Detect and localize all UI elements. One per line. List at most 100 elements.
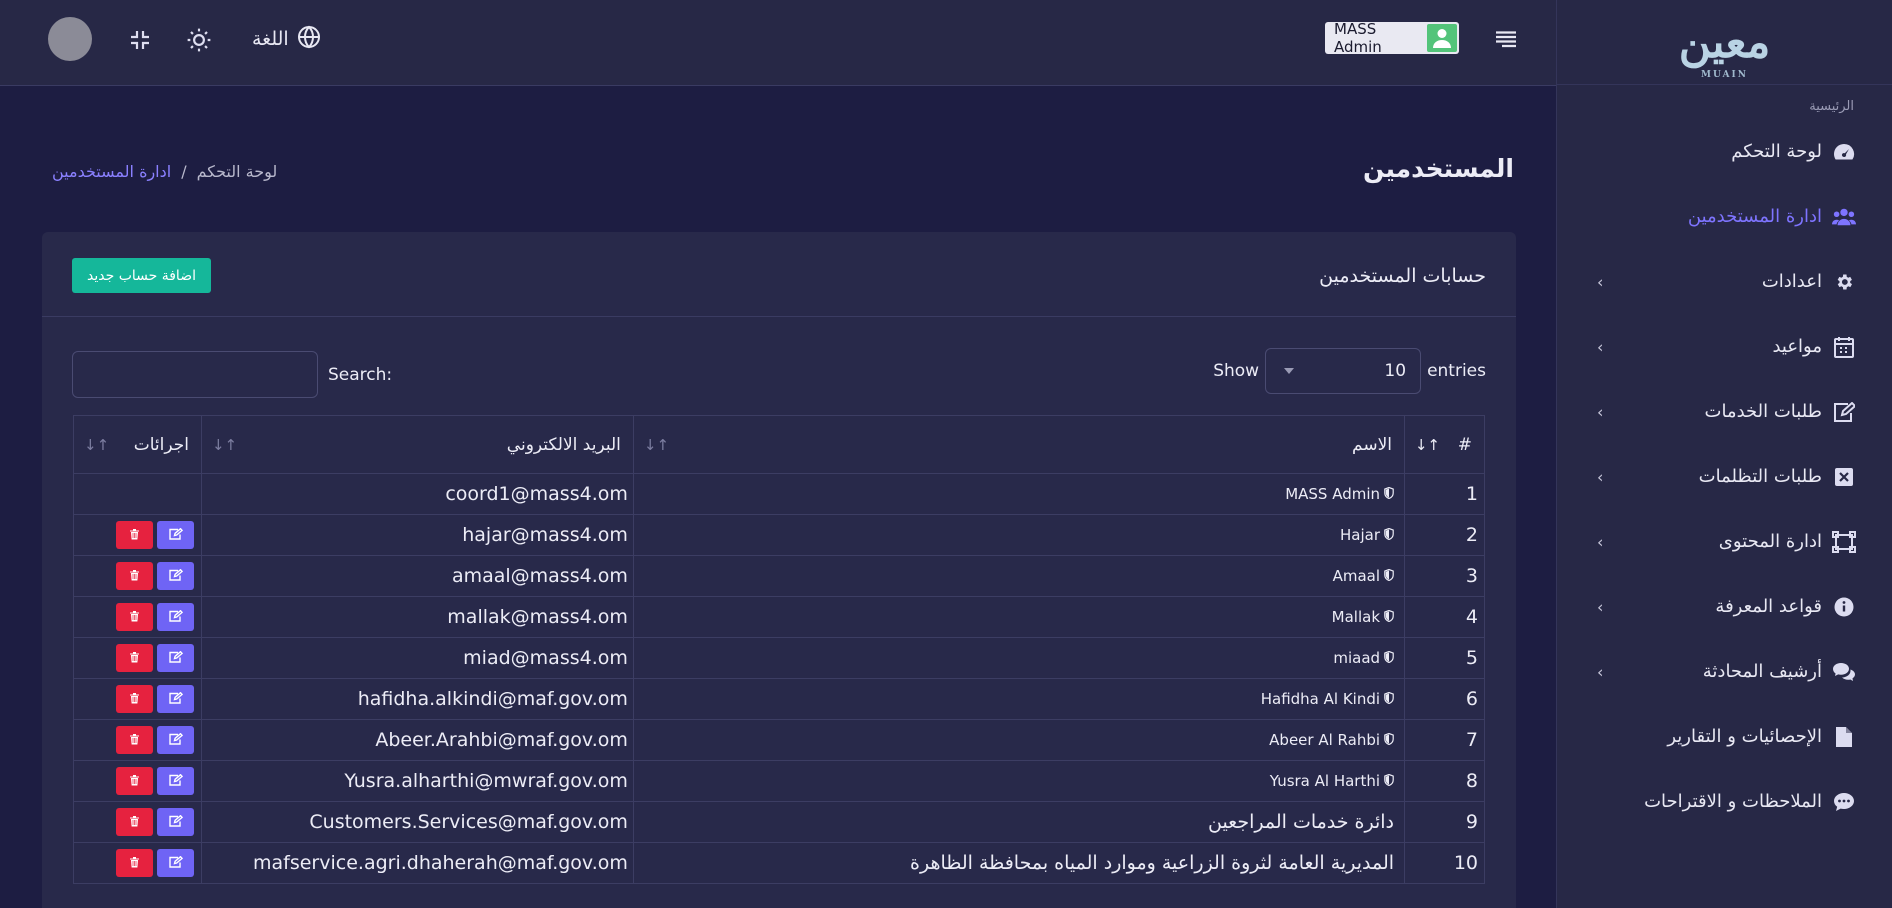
page-length-value: 10 — [1384, 361, 1407, 381]
sidebar-section-label: الرئيسية — [1809, 99, 1854, 114]
user-name-text: Hafidha Al Kindi — [1260, 689, 1381, 708]
email-cell: coord1@mass4.om — [200, 473, 634, 515]
logo[interactable]: معين MUAIN — [1557, 0, 1892, 85]
trash-icon — [129, 651, 140, 666]
delete-button[interactable] — [116, 562, 153, 590]
shield-icon — [1384, 690, 1394, 708]
row-number: 5 — [1404, 637, 1485, 679]
edit-icon — [1832, 400, 1856, 424]
sidebar-item-3[interactable]: مواعيد ‹ — [1557, 314, 1892, 379]
chevron-down-icon — [1284, 368, 1295, 374]
user-name-text: miaad — [1333, 648, 1381, 667]
menu-toggle-icon[interactable] — [1493, 26, 1519, 52]
sidebar-item-label: طلبات التظلمات — [1698, 466, 1822, 487]
delete-button[interactable] — [116, 808, 153, 836]
user-name-text: المديرية العامة لثروة الزراعية وموارد ال… — [910, 852, 1395, 874]
chevron-left-icon: ‹ — [1597, 467, 1604, 486]
sort-icon: ↓↑ — [643, 435, 670, 454]
trash-icon — [129, 815, 140, 830]
edit-button[interactable] — [157, 726, 194, 754]
entries-label: entries — [1427, 361, 1486, 381]
add-account-button[interactable]: اضافة حساب جديد — [72, 258, 211, 293]
chevron-left-icon: ‹ — [1597, 532, 1604, 551]
edit-button[interactable] — [157, 849, 194, 877]
file-icon — [1832, 725, 1856, 749]
edit-button[interactable] — [157, 603, 194, 631]
email-cell: mafservice.agri.dhaherah@maf.gov.om — [200, 842, 634, 884]
compress-icon[interactable] — [124, 24, 156, 56]
user-menu[interactable]: MASS Admin — [1325, 20, 1459, 56]
table-row: miad@mass4.om miaad 5 — [73, 637, 1485, 679]
comment-icon — [1832, 790, 1856, 814]
edit-button[interactable] — [157, 521, 194, 549]
language-switcher[interactable]: اللغة — [252, 24, 321, 54]
shield-icon — [1384, 772, 1394, 790]
table-row: hajar@mass4.om Hajar 2 — [73, 514, 1485, 556]
edit-button[interactable] — [157, 644, 194, 672]
logo-mark: معين MUAIN — [1679, 17, 1773, 80]
delete-button[interactable] — [116, 521, 153, 549]
table-row: hafidha.alkindi@maf.gov.om Hafidha Al Kin… — [73, 678, 1485, 720]
header-email[interactable]: ↓↑ البريد الالكتروني — [200, 415, 634, 474]
delete-button[interactable] — [116, 726, 153, 754]
sidebar-item-0[interactable]: لوحة التحكم — [1557, 119, 1892, 184]
breadcrumb-home[interactable]: لوحة التحكم — [197, 162, 278, 181]
sidebar-item-9[interactable]: الإحصائيات و التقارير — [1557, 704, 1892, 769]
email-cell: mallak@mass4.om — [200, 596, 634, 638]
trash-icon — [129, 692, 140, 707]
email-cell: hafidha.alkindi@maf.gov.om — [200, 678, 634, 720]
sidebar-item-5[interactable]: طلبات التظلمات ‹ — [1557, 444, 1892, 509]
sidebar-item-10[interactable]: الملاحظات و الاقتراحات — [1557, 769, 1892, 834]
avatar[interactable] — [48, 17, 92, 61]
shield-icon — [1384, 526, 1394, 544]
trash-icon — [129, 774, 140, 789]
chevron-left-icon: ‹ — [1597, 337, 1604, 356]
row-actions — [73, 760, 202, 802]
breadcrumb-current[interactable]: ادارة المستخدمين — [52, 162, 171, 181]
delete-button[interactable] — [116, 767, 153, 795]
name-cell: Mallak — [632, 596, 1406, 638]
users-card: حسابات المستخدمين اضافة حساب جديد Search… — [42, 232, 1516, 908]
user-name-text: Yusra Al Harthi — [1269, 771, 1381, 790]
show-label: Show — [1213, 361, 1260, 381]
email-cell: Abeer.Arahbi@maf.gov.om — [200, 719, 634, 761]
page-length-select[interactable]: 10 — [1265, 348, 1422, 394]
delete-button[interactable] — [116, 685, 153, 713]
sun-icon[interactable] — [183, 24, 215, 56]
sidebar-item-1[interactable]: ادارة المستخدمين — [1557, 184, 1892, 249]
sidebar-item-2[interactable]: اعدادات ‹ — [1557, 249, 1892, 314]
edit-button[interactable] — [157, 562, 194, 590]
users-table: ↓↑ اجرائات ↓↑ البريد الالكتروني ↓↑ الاسم… — [73, 415, 1485, 884]
edit-button[interactable] — [157, 685, 194, 713]
breadcrumb: ادارة المستخدمين / لوحة التحكم — [52, 162, 277, 181]
name-cell: Hafidha Al Kindi — [632, 678, 1406, 720]
users-icon — [1832, 205, 1856, 229]
x-box-icon — [1832, 465, 1856, 489]
row-actions — [73, 514, 202, 556]
sidebar-nav: لوحة التحكم ادارة المستخدمين اعدادات ‹ مواعي… — [1557, 119, 1892, 834]
row-actions — [73, 637, 202, 679]
sidebar-item-4[interactable]: طلبات الخدمات ‹ — [1557, 379, 1892, 444]
delete-button[interactable] — [116, 603, 153, 631]
chevron-left-icon: ‹ — [1597, 402, 1604, 421]
sidebar-item-label: الإحصائيات و التقارير — [1667, 726, 1822, 747]
sidebar-item-label: طلبات الخدمات — [1704, 401, 1823, 422]
header-name[interactable]: ↓↑ الاسم — [632, 415, 1406, 474]
page-title: المستخدمين — [1362, 154, 1514, 183]
edit-button[interactable] — [157, 767, 194, 795]
row-actions — [73, 842, 202, 884]
trash-icon — [129, 856, 140, 871]
name-cell: المديرية العامة لثروة الزراعية وموارد ال… — [632, 842, 1406, 884]
header-number[interactable]: ↓↑ # — [1404, 415, 1485, 474]
edit-button[interactable] — [157, 808, 194, 836]
header-actions[interactable]: ↓↑ اجرائات — [73, 415, 202, 474]
search-input[interactable] — [72, 351, 318, 398]
user-name-text: Hajar — [1340, 525, 1381, 544]
delete-button[interactable] — [116, 644, 153, 672]
sidebar-item-7[interactable]: قواعد المعرفة ‹ — [1557, 574, 1892, 639]
shield-icon — [1384, 485, 1394, 503]
sidebar-item-6[interactable]: ادارة المحتوى ‹ — [1557, 509, 1892, 574]
delete-button[interactable] — [116, 849, 153, 877]
sidebar-item-8[interactable]: أرشيف المحادثة ‹ — [1557, 639, 1892, 704]
edit-icon — [168, 732, 183, 748]
